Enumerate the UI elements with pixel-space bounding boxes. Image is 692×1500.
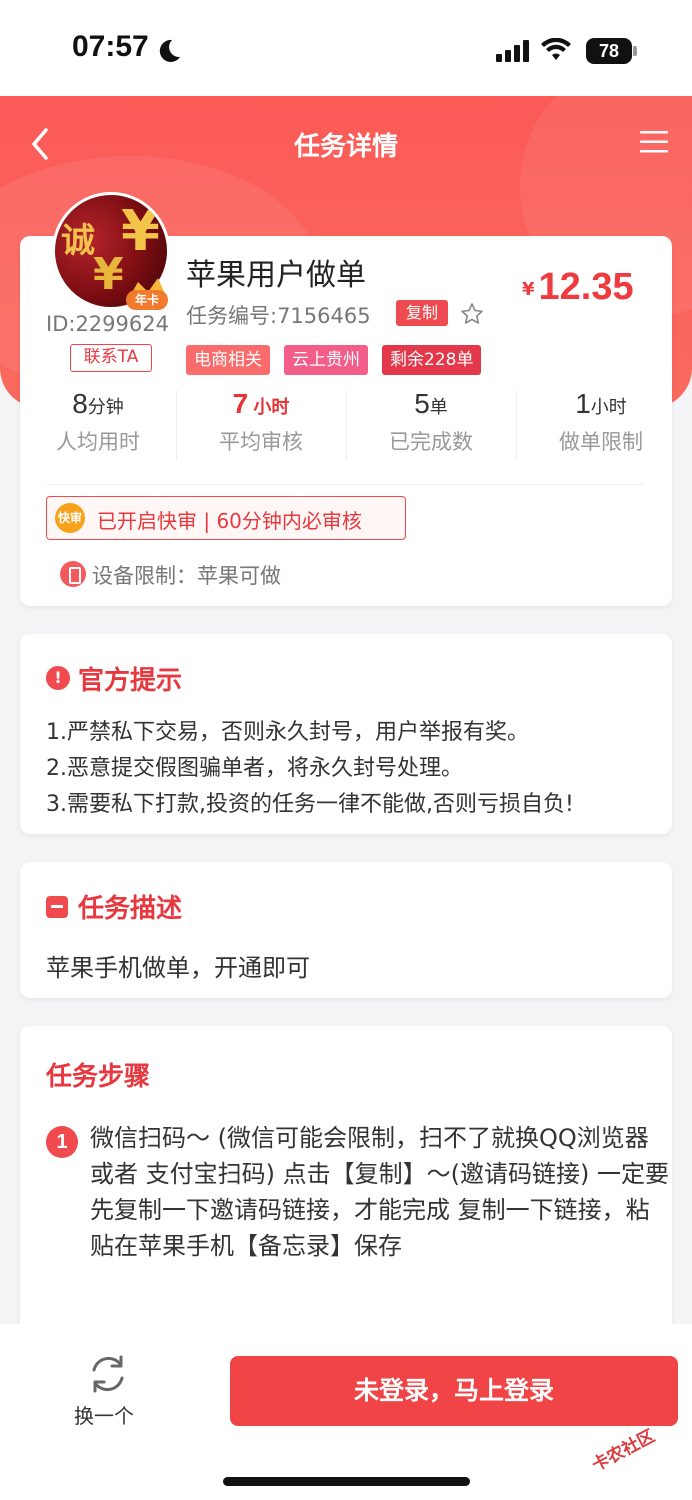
description-title: 任务描述	[78, 894, 183, 924]
step-number-badge: 1	[46, 1126, 78, 1158]
stat-completed: 5单 已完成数	[389, 388, 473, 454]
login-button[interactable]: 未登录，马上登录	[230, 1356, 678, 1426]
price-value: 12.35	[538, 266, 634, 308]
contact-button[interactable]: 联系TA	[70, 344, 152, 372]
tag-remaining: 剩余228单	[382, 345, 482, 375]
signal-icon	[496, 40, 529, 62]
stat-time-limit: 1小时 做单限制	[559, 388, 643, 454]
divider	[46, 484, 644, 485]
task-number: 任务编号:7156465	[186, 304, 371, 328]
battery-icon: 78	[586, 38, 632, 64]
notice-line: 3.需要私下打款,投资的任务一律不能做,否则亏损自负!	[46, 792, 574, 817]
moon-icon	[159, 39, 180, 62]
star-icon[interactable]	[460, 302, 484, 326]
notice-line: 1.严禁私下交易，否则永久封号，用户举报有奖。	[46, 720, 529, 745]
notice-title: 官方提示	[78, 666, 183, 696]
description-text: 苹果手机做单，开通即可	[46, 954, 310, 982]
swap-task-button[interactable]: 换一个	[74, 1400, 134, 1429]
battery-tip	[633, 46, 637, 56]
price-symbol: ¥	[522, 279, 535, 300]
task-price: ¥12.35	[522, 266, 634, 309]
tag-region: 云上贵州	[284, 345, 368, 375]
user-id: ID:2299624	[46, 312, 169, 336]
refresh-icon[interactable]	[86, 1352, 130, 1396]
page-title: 任务详情	[293, 132, 398, 162]
menu-icon[interactable]	[640, 130, 668, 154]
home-indicator	[223, 1477, 470, 1486]
stat-avg-time: 8分钟 人均用时	[56, 388, 140, 454]
step-text: 微信扫码～ (微信可能会限制，扫不了就换QQ浏览器 或者 支付宝扫码) 点击【复…	[90, 1124, 669, 1260]
steps-title: 任务步骤	[46, 1062, 151, 1092]
copy-button[interactable]: 复制	[396, 300, 448, 326]
notice-line: 2.恶意提交假图骗单者，将永久封号处理。	[46, 756, 463, 781]
phone-icon	[60, 561, 86, 587]
device-limit: 设备限制：苹果可做	[92, 564, 281, 588]
status-bar: 07:57 78	[0, 0, 692, 96]
annual-card-badge: 年卡	[126, 290, 168, 310]
wifi-icon	[541, 38, 571, 60]
stat-avg-review: 7 小时 平均审核	[219, 388, 303, 454]
document-icon	[46, 896, 68, 918]
fast-review-icon: 快审	[55, 503, 85, 533]
task-title: 苹果用户做单	[186, 258, 366, 293]
fast-review-badge: 快审 已开启快审 | 60分钟内必审核	[46, 496, 406, 540]
status-time: 07:57	[72, 30, 149, 63]
tag-category: 电商相关	[186, 345, 270, 375]
alert-icon: !	[46, 666, 70, 690]
fast-review-text: 已开启快审 | 60分钟内必审核	[97, 509, 362, 533]
